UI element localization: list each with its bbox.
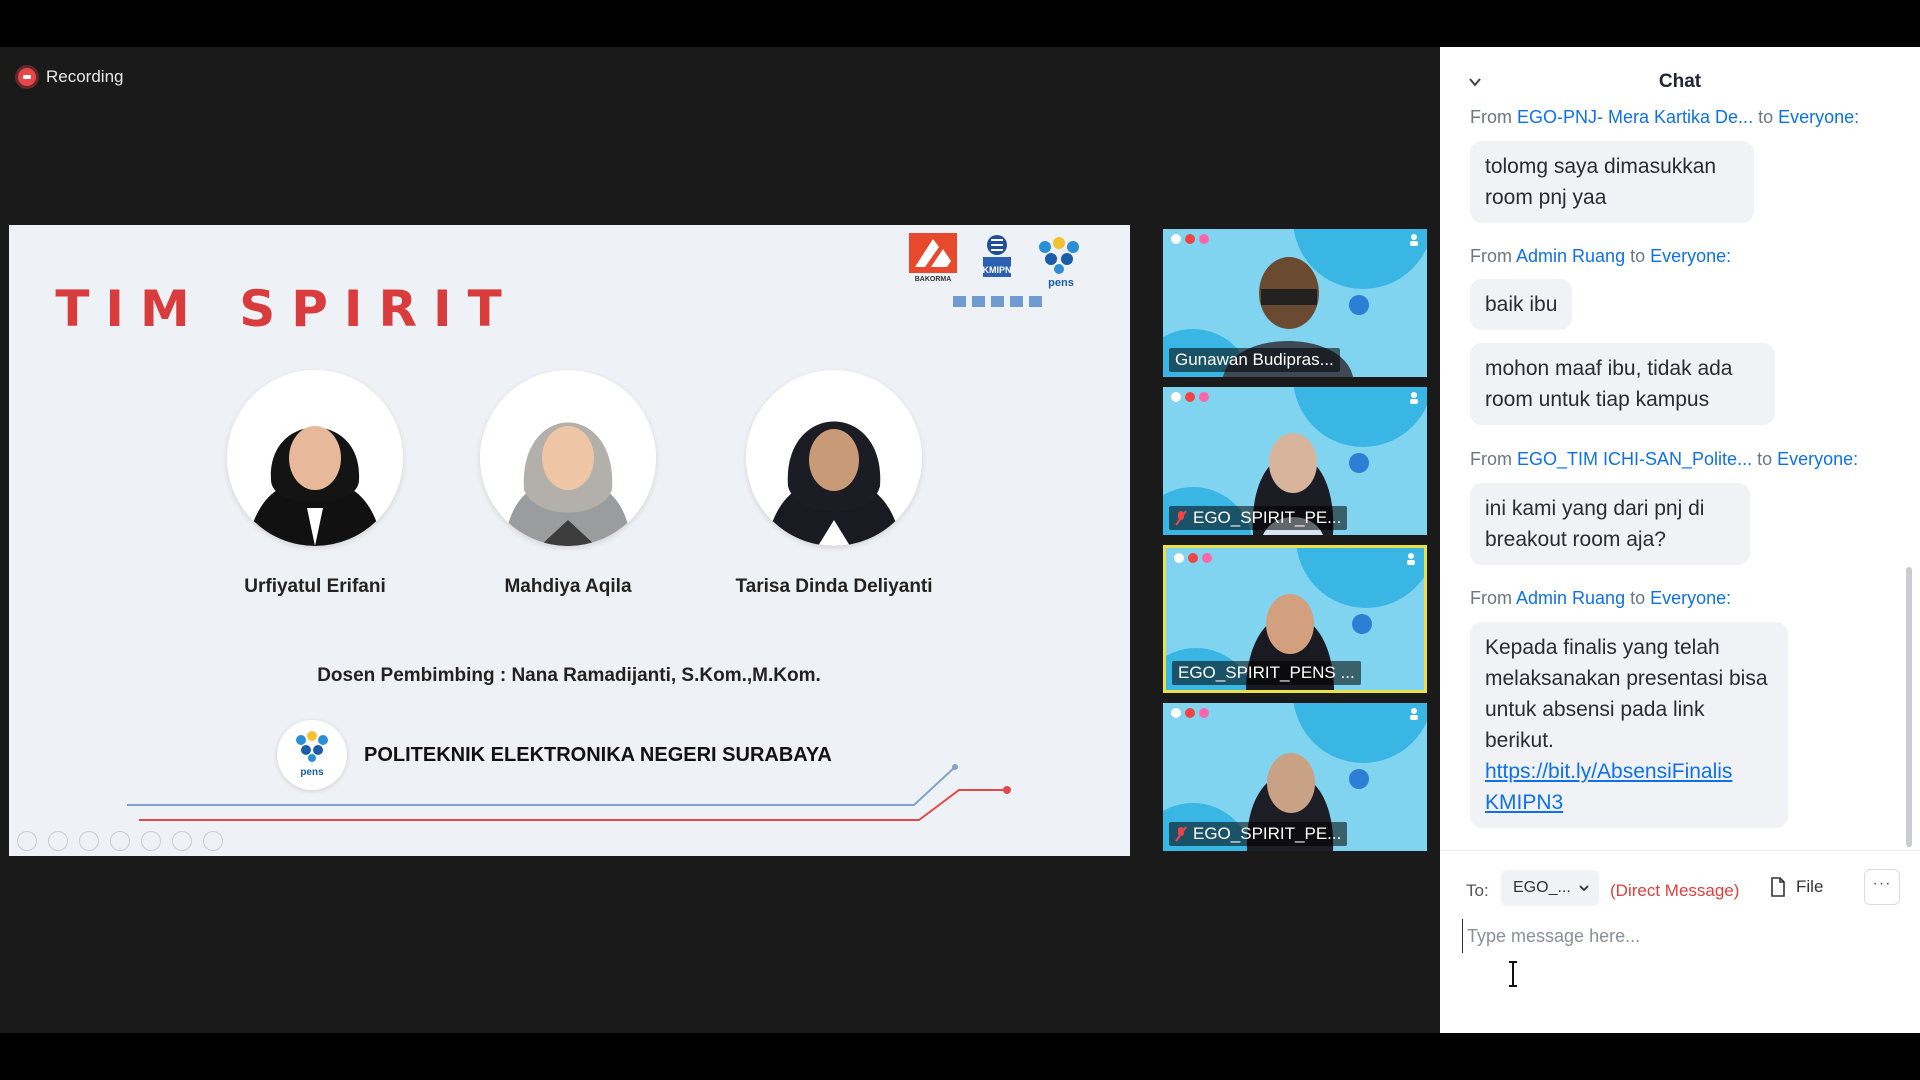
to-word: to: [1758, 107, 1774, 127]
recipient-name[interactable]: Everyone:: [1650, 588, 1731, 608]
tile-status-icons: [1174, 553, 1212, 563]
file-button[interactable]: File: [1770, 877, 1823, 897]
participant-name: Gunawan Budipras...: [1175, 350, 1334, 369]
person-icon: [1410, 392, 1418, 404]
chat-message-list[interactable]: From EGO-PNJ- Mera Kartika De... to Ever…: [1440, 107, 1900, 887]
from-prefix: From: [1470, 449, 1512, 469]
to-word: to: [1630, 246, 1646, 266]
to-label: To:: [1466, 881, 1489, 900]
to-word: to: [1757, 449, 1773, 469]
to-word: to: [1630, 588, 1646, 608]
more-options-button[interactable]: ···: [1864, 869, 1900, 905]
absensi-link[interactable]: https://bit.ly/AbsensiFinalis KMIPN3: [1485, 760, 1732, 814]
from-prefix: From: [1470, 588, 1512, 608]
from-prefix: From: [1470, 246, 1512, 266]
tile-status-icons: [1171, 708, 1209, 718]
direct-message-label: (Direct Message): [1610, 881, 1740, 900]
participant-name-label: EGO_SPIRIT_PE...: [1169, 506, 1348, 530]
message-text: Kepada finalis yang telah melaksanakan p…: [1485, 636, 1768, 752]
file-label: File: [1796, 877, 1824, 896]
sender-name[interactable]: Admin Ruang: [1516, 588, 1625, 608]
chevron-down-icon: [1579, 885, 1589, 892]
muted-mic-icon: [1175, 826, 1187, 842]
pointer-icon[interactable]: [48, 831, 68, 851]
participant-name: EGO_SPIRIT_PENS ...: [1178, 663, 1355, 682]
recording-label: Recording: [46, 67, 124, 86]
message-sender-line: From Admin Ruang to Everyone:: [1470, 588, 1731, 609]
recipient-value: EGO_...: [1513, 879, 1571, 896]
from-prefix: From: [1470, 107, 1512, 127]
recipient-name[interactable]: Everyone:: [1650, 246, 1731, 266]
slide-control-bar: [17, 831, 223, 851]
pen-icon[interactable]: [79, 831, 99, 851]
link-text-line-1: https://bit.ly/AbsensiFinalis: [1485, 760, 1733, 783]
participant-video-tile[interactable]: EGO_SPIRIT_PE...: [1163, 387, 1427, 535]
prev-slide-icon[interactable]: [17, 831, 37, 851]
decorative-lines: [127, 764, 1011, 821]
more-options-icon[interactable]: [203, 831, 223, 851]
copy-icon[interactable]: [110, 831, 130, 851]
chat-panel: Chat From EGO-PNJ- Mera Kartika De... to…: [1440, 47, 1920, 1033]
chat-message-bubble: ini kami yang dari pnj di breakout room …: [1470, 483, 1750, 565]
chat-message-bubble: mohon maaf ibu, tidak ada room untuk tia…: [1470, 343, 1775, 425]
recipient-name[interactable]: Everyone:: [1777, 449, 1858, 469]
person-icon: [1407, 553, 1415, 565]
message-input[interactable]: [1462, 919, 1892, 953]
chat-header: Chat: [1440, 47, 1920, 99]
sender-name[interactable]: Admin Ruang: [1516, 246, 1625, 266]
zoom-icon[interactable]: [141, 831, 161, 851]
chat-message-bubble: Kepada finalis yang telah melaksanakan p…: [1470, 622, 1788, 828]
participant-name: EGO_SPIRIT_PE...: [1193, 508, 1342, 527]
person-icon: [1410, 708, 1418, 720]
chat-scrollbar[interactable]: [1906, 567, 1912, 847]
recipient-name[interactable]: Everyone:: [1778, 107, 1859, 127]
muted-mic-icon: [1175, 510, 1187, 526]
chat-composer: To: EGO_... (Direct Message) File ···: [1440, 850, 1920, 1033]
message-sender-line: From EGO-PNJ- Mera Kartika De... to Ever…: [1470, 107, 1859, 128]
tile-status-icons: [1171, 234, 1209, 244]
recording-indicator[interactable]: Recording: [18, 67, 124, 87]
bottom-black-bar: [0, 1033, 1920, 1080]
message-sender-line: From Admin Ruang to Everyone:: [1470, 246, 1731, 267]
shared-screen-slide: BAKORMA KMIPN pens TIM SPIRIT Urfiyatul …: [9, 225, 1130, 856]
participant-video-tile[interactable]: EGO_SPIRIT_PE...: [1163, 703, 1427, 851]
message-sender-line: From EGO_TIM ICHI-SAN_Polite... to Every…: [1470, 449, 1858, 470]
file-icon: [1771, 877, 1785, 897]
recipient-dropdown[interactable]: EGO_...: [1501, 870, 1599, 906]
participant-name-label: EGO_SPIRIT_PE...: [1169, 822, 1348, 846]
zoom-meeting-window: Recording BAKORMA KMIPN pens TIM SPIRIT …: [0, 0, 1920, 1080]
recording-icon: [18, 68, 36, 86]
chat-message-bubble: tolomg saya dimasukkan room pnj yaa: [1470, 141, 1754, 223]
participant-video-tile-active-speaker[interactable]: EGO_SPIRIT_PENS ...: [1163, 545, 1427, 693]
participant-video-tile[interactable]: Gunawan Budipras...: [1163, 229, 1427, 377]
chat-message-bubble: baik ibu: [1470, 279, 1573, 330]
text-cursor-icon: [1509, 961, 1517, 987]
top-black-bar: [0, 0, 1920, 47]
sender-name[interactable]: EGO_TIM ICHI-SAN_Polite...: [1517, 449, 1752, 469]
grid-icon[interactable]: [172, 831, 192, 851]
sender-name[interactable]: EGO-PNJ- Mera Kartika De...: [1517, 107, 1753, 127]
link-text-line-2: KMIPN3: [1485, 791, 1564, 814]
meeting-stage: Recording BAKORMA KMIPN pens TIM SPIRIT …: [0, 47, 1440, 1033]
participant-name-label: EGO_SPIRIT_PENS ...: [1172, 661, 1361, 685]
chat-title: Chat: [1658, 71, 1702, 92]
participant-name-label: Gunawan Budipras...: [1169, 348, 1340, 372]
tile-status-icons: [1171, 392, 1209, 402]
person-icon: [1410, 234, 1418, 246]
participant-name: EGO_SPIRIT_PE...: [1193, 824, 1342, 843]
